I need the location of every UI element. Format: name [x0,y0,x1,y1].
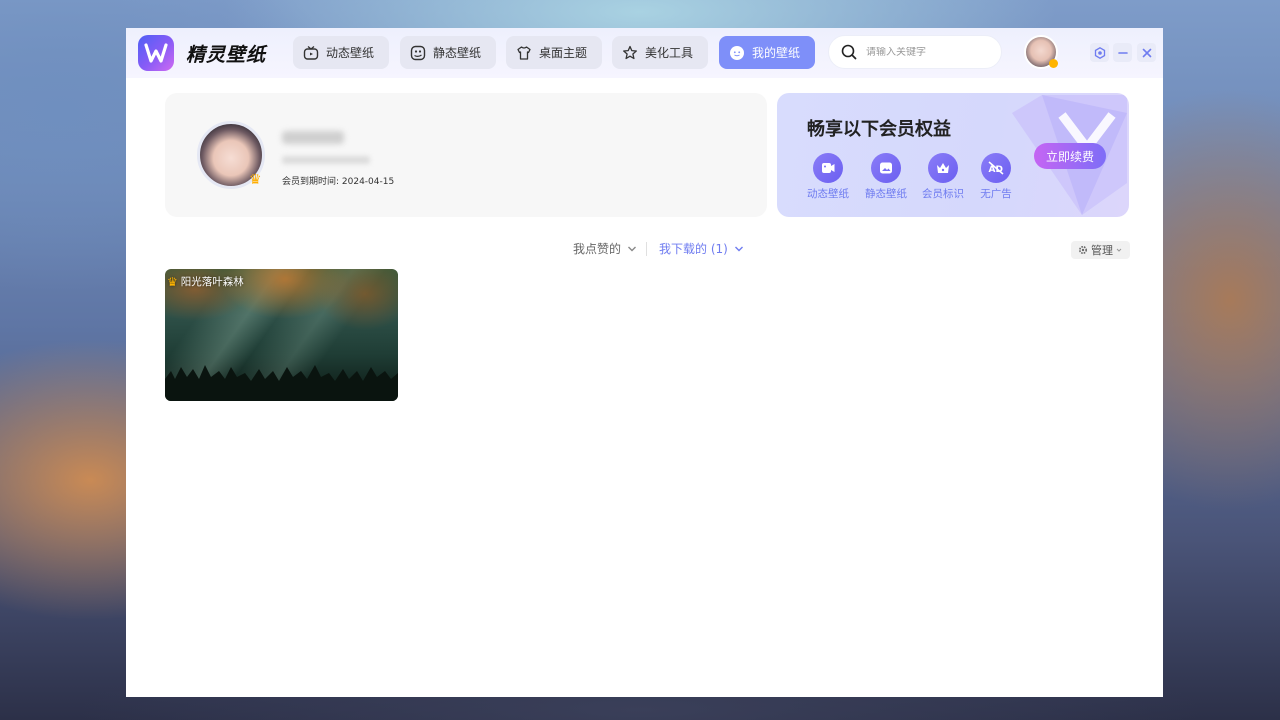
settings-icon [1094,46,1105,59]
no-ad-icon: AD [989,161,1004,175]
chevron-down-icon [628,246,637,251]
crown-icon [937,163,949,173]
tab-label: 美化工具 [645,46,694,60]
tab-label: 我的壁纸 [752,46,801,60]
filter-liked-dropdown[interactable]: 我点赞的 [573,240,639,257]
tab-label: 动态壁纸 [326,46,375,60]
filter-downloaded-dropdown[interactable]: 我下载的 (1) [659,240,746,257]
benefit-static-wallpaper: 静态壁纸 [861,153,911,201]
svg-text:AD: AD [989,165,1003,175]
gear-icon [1078,245,1088,255]
benefit-no-ads: AD 无广告 [971,153,1021,201]
filter-liked-label: 我点赞的 [573,242,622,256]
filter-downloaded-label: 我下载的 (1) [659,242,728,256]
expiry-label: 会员到期时间: [282,177,342,187]
benefit-label: 无广告 [980,188,1012,200]
vip-title: 畅享以下会员权益 [807,119,951,140]
crown-icon: ♛ [249,172,262,188]
expiry-date: 2024-04-15 [341,177,395,187]
benefit-vip-badge: 会员标识 [918,153,968,201]
benefit-label: 静态壁纸 [865,188,907,200]
video-icon [822,163,835,173]
manage-button[interactable]: 管理 [1071,241,1130,259]
smile-icon [730,45,744,60]
tab-beautify-tools[interactable]: 美化工具 [612,36,708,69]
picture-icon [880,162,892,174]
tab-desktop-theme[interactable]: 桌面主题 [506,36,602,69]
user-id-blurred [282,156,370,164]
tab-dynamic-wallpaper[interactable]: 动态壁纸 [293,36,389,69]
search-icon [841,44,857,60]
renew-button[interactable]: 立即续费 [1034,143,1106,169]
manage-label: 管理 [1091,244,1113,257]
close-button[interactable] [1137,43,1156,62]
close-icon [1142,48,1151,57]
benefit-label: 会员标识 [922,188,964,200]
membership-expiry: 会员到期时间: 2024-04-15 [282,174,394,187]
tv-icon [303,45,319,60]
wallpaper-title-row: ♛ 阳光落叶森林 [167,274,244,289]
tab-my-wallpaper[interactable]: 我的壁纸 [719,36,815,69]
minimize-icon [1117,51,1128,54]
top-bar: 精灵壁纸 动态壁纸 静态壁纸 桌面主题 美化工具 我的壁纸 请输入关键字 [126,28,1163,78]
tab-label: 桌面主题 [539,46,588,60]
forest-silhouette [165,365,398,401]
app-logo-icon [138,35,174,71]
settings-button[interactable] [1090,43,1109,62]
app-name: 精灵壁纸 [186,44,267,66]
tab-static-wallpaper[interactable]: 静态壁纸 [400,36,496,69]
search-input[interactable] [866,46,986,58]
filter-divider [646,242,647,256]
vip-benefits-card: 畅享以下会员权益 动态壁纸 静态壁纸 会员标识 AD 无广告 立即续费 [777,93,1129,217]
app-window: 精灵壁纸 动态壁纸 静态壁纸 桌面主题 美化工具 我的壁纸 请输入关键字 ♛ 会… [126,28,1163,697]
user-avatar[interactable] [1024,35,1058,69]
benefit-label: 动态壁纸 [807,188,849,200]
shirt-icon [517,45,531,60]
username-blurred [282,131,344,144]
profile-card: ♛ 会员到期时间: 2024-04-15 [165,93,767,217]
tab-label: 静态壁纸 [433,46,482,60]
magic-wand-icon [623,45,637,59]
vip-badge [1049,59,1058,68]
wallpaper-card[interactable]: ♛ 阳光落叶森林 [165,269,398,401]
benefit-dynamic-wallpaper: 动态壁纸 [803,153,853,201]
minimize-button[interactable] [1113,43,1132,62]
chevron-down-icon [734,246,743,251]
image-icon [410,45,426,60]
wallpaper-title: 阳光落叶森林 [180,276,244,288]
crown-icon: ♛ [167,274,178,289]
chevron-down-icon [1116,248,1122,252]
search-box[interactable] [828,35,1002,69]
